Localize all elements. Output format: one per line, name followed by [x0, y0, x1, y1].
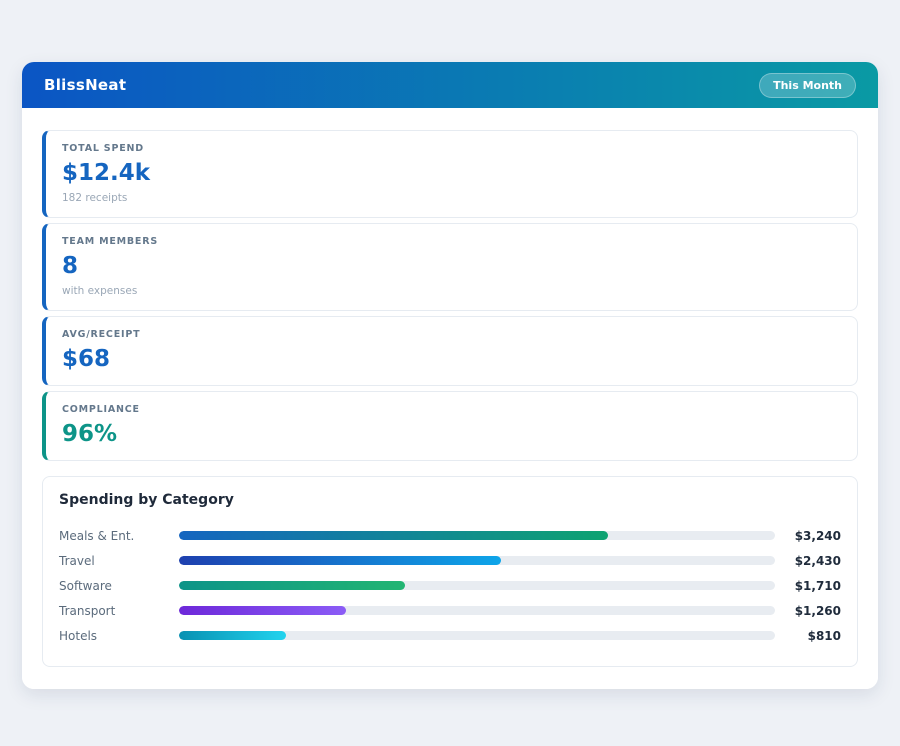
stat-card-avg-receipt: AVG/RECEIPT $68 — [42, 316, 858, 386]
stat-label: TEAM MEMBERS — [62, 236, 841, 247]
category-row-hotels: Hotels $810 — [59, 623, 841, 648]
category-label: Travel — [59, 554, 179, 568]
app-header: BlissNeat This Month — [22, 62, 878, 108]
bar-track — [179, 531, 775, 540]
category-label: Transport — [59, 604, 179, 618]
stat-label: AVG/RECEIPT — [62, 329, 841, 340]
bar-track — [179, 581, 775, 590]
category-label: Meals & Ent. — [59, 529, 179, 543]
dashboard-panel: BlissNeat This Month TOTAL SPEND $12.4k … — [22, 62, 878, 689]
stat-sub: 182 receipts — [62, 192, 841, 204]
category-row-transport: Transport $1,260 — [59, 598, 841, 623]
category-label: Software — [59, 579, 179, 593]
category-amount: $3,240 — [787, 529, 841, 543]
stat-label: TOTAL SPEND — [62, 143, 841, 154]
stat-sub: with expenses — [62, 285, 841, 297]
spending-by-category-card: Spending by Category Meals & Ent. $3,240… — [42, 476, 858, 667]
bar-fill — [179, 556, 501, 565]
category-row-meals: Meals & Ent. $3,240 — [59, 523, 841, 548]
bar-fill — [179, 531, 608, 540]
stat-value: 8 — [62, 253, 841, 279]
bar-fill — [179, 606, 346, 615]
category-amount: $1,260 — [787, 604, 841, 618]
bar-fill — [179, 581, 405, 590]
bar-fill — [179, 631, 286, 640]
stat-label: COMPLIANCE — [62, 404, 841, 415]
category-row-travel: Travel $2,430 — [59, 548, 841, 573]
bar-track — [179, 631, 775, 640]
stat-card-team-members: TEAM MEMBERS 8 with expenses — [42, 223, 858, 311]
bar-track — [179, 606, 775, 615]
category-amount: $810 — [787, 629, 841, 643]
stat-card-total-spend: TOTAL SPEND $12.4k 182 receipts — [42, 130, 858, 218]
stat-value: $68 — [62, 346, 841, 372]
stat-value: 96% — [62, 421, 841, 447]
chart-title: Spending by Category — [59, 492, 841, 508]
panel-body: TOTAL SPEND $12.4k 182 receipts TEAM MEM… — [22, 108, 878, 689]
category-row-software: Software $1,710 — [59, 573, 841, 598]
category-amount: $2,430 — [787, 554, 841, 568]
category-label: Hotels — [59, 629, 179, 643]
stat-card-compliance: COMPLIANCE 96% — [42, 391, 858, 461]
app-title: BlissNeat — [44, 76, 126, 94]
bar-track — [179, 556, 775, 565]
month-badge[interactable]: This Month — [759, 73, 856, 98]
stat-value: $12.4k — [62, 160, 841, 186]
category-amount: $1,710 — [787, 579, 841, 593]
